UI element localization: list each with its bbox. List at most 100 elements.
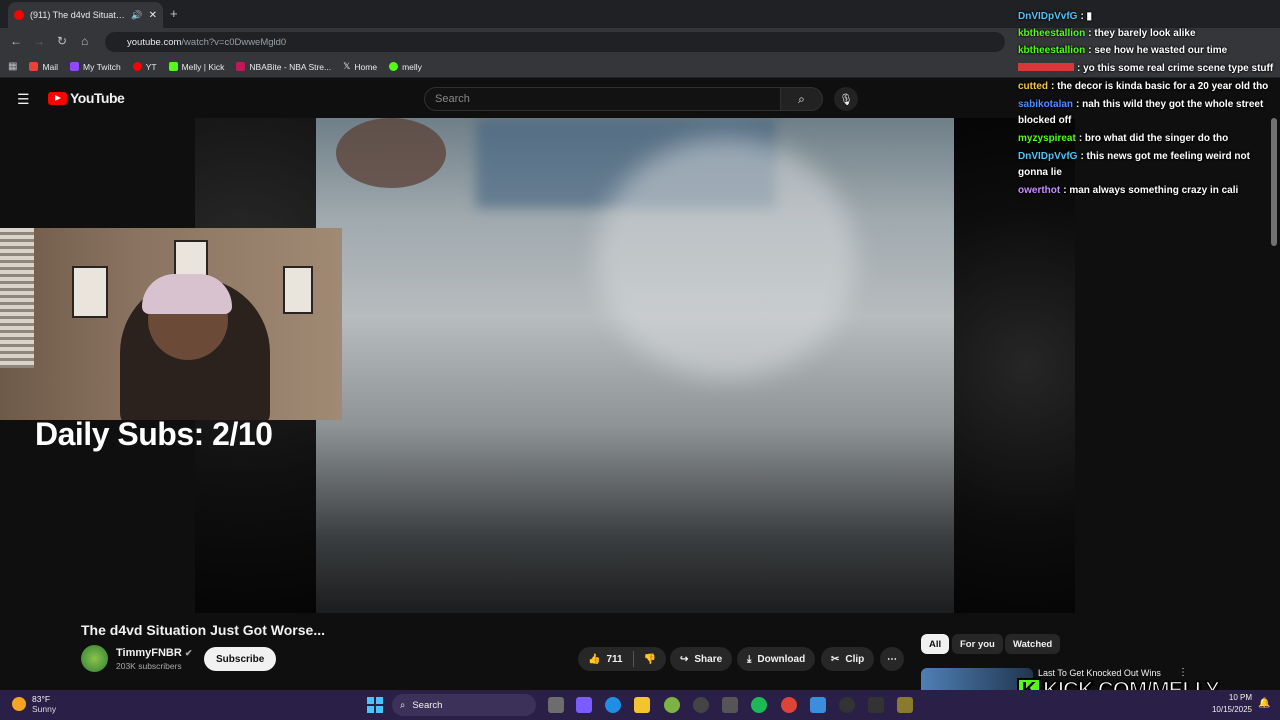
chat-username[interactable]: kbtheestallion (1018, 45, 1085, 56)
voice-search-button[interactable]: 🎙 (834, 87, 858, 111)
wall-poster (72, 266, 108, 318)
like-count[interactable]: 711 (606, 654, 622, 665)
youtube-search-input[interactable]: Search (424, 87, 781, 111)
chat-text: : this news got me feeling weird not (1080, 151, 1250, 162)
chat-message: kbtheestallion: see how he wasted our ti… (1018, 42, 1227, 59)
chip-all[interactable]: All (921, 634, 950, 654)
chat-text: : they barely look alike (1088, 28, 1196, 39)
more-icon: ⋯ (887, 653, 897, 665)
copilot-icon[interactable] (576, 697, 592, 713)
wall-poster (283, 266, 313, 314)
chat-text: : yo this some real crime scene type stu… (1077, 63, 1274, 74)
bookmark-home[interactable]: 𝕏 Home (343, 61, 377, 72)
chip-watched[interactable]: Watched (1005, 634, 1061, 654)
chip-for-you[interactable]: For you (952, 634, 1003, 654)
video-frame-shape (596, 138, 856, 378)
video-title: The d4vd Situation Just Got Worse... (81, 622, 325, 638)
channel-name[interactable]: TimmyFNBR ✔ (116, 647, 192, 659)
new-tab-button[interactable]: + (170, 6, 178, 21)
youtube-search-button[interactable]: ⌕ (781, 87, 823, 111)
clip-button[interactable]: ✂ Clip (821, 647, 875, 671)
chat-username[interactable]: owerthot (1018, 185, 1060, 196)
youtube-logo[interactable]: YouTube (48, 90, 125, 106)
sun-icon (12, 697, 26, 711)
thumbs-down-icon[interactable]: 👎 (644, 654, 656, 665)
spotify-icon[interactable] (751, 697, 767, 713)
chat-username[interactable]: sabikotalan (1018, 99, 1073, 110)
weather-widget[interactable]: 83°F Sunny (12, 694, 56, 714)
chat-text: : man always something crazy in cali (1063, 185, 1239, 196)
browser-tab[interactable]: (911) The d4vd Situation Ju 🔊 ✕ (8, 2, 163, 28)
address-bar[interactable]: youtube.com/watch?v=c0DwweMgld0 (105, 32, 1005, 52)
task-view-icon[interactable] (548, 697, 564, 713)
speaker-icon[interactable]: 🔊 (131, 10, 142, 21)
xbox-icon[interactable] (664, 697, 680, 713)
thumbs-up-icon[interactable]: 👍 (588, 654, 600, 665)
windows-start-icon[interactable] (367, 697, 383, 713)
channel-avatar[interactable] (81, 645, 108, 672)
chat-text: blocked off (1018, 115, 1072, 126)
download-icon: ⤓ (747, 653, 752, 665)
system-clock[interactable]: 10 PM 10/15/2025 (1210, 692, 1252, 716)
nbabite-icon (236, 62, 246, 71)
bookmark-twitch[interactable]: My Twitch (70, 62, 121, 72)
chat-text: : bro what did the singer do tho (1078, 133, 1229, 144)
back-icon[interactable]: ← (10, 34, 22, 48)
like-divider (632, 651, 634, 667)
url-path: /watch?v=c0DwweMgld0 (181, 36, 287, 48)
twitch-icon (70, 62, 80, 71)
chat-username[interactable]: cutted (1018, 81, 1048, 92)
chat-message: cutted: the decor is kinda basic for a 2… (1018, 78, 1268, 95)
chrome-icon[interactable] (781, 697, 797, 713)
apps-grid-icon[interactable]: ▦ (8, 61, 17, 72)
photos-icon[interactable] (810, 697, 826, 713)
download-button[interactable]: ⤓ Download (737, 647, 816, 671)
bookmark-mail[interactable]: Mail (29, 62, 58, 72)
clock-time: 10 PM (1228, 693, 1252, 702)
forward-icon[interactable]: → (33, 34, 45, 48)
video-frame-shape (336, 118, 446, 188)
chat-username[interactable]: DnVIDpVvfG (1018, 151, 1077, 162)
reload-icon[interactable]: ↻ (57, 34, 67, 48)
chat-username[interactable]: kbtheestallion (1018, 28, 1085, 39)
chat-message: DnVIDpVvfG: ▮ (1018, 8, 1092, 25)
video-player[interactable] (316, 118, 954, 613)
chat-username[interactable]: myzyspireat (1018, 133, 1076, 144)
chat-message: DnVIDpVvfG: this news got me feeling wei… (1018, 148, 1250, 165)
app-icon[interactable] (868, 697, 884, 713)
edge-icon[interactable] (605, 697, 621, 713)
page-scrollbar[interactable] (1271, 118, 1277, 246)
chat-message: owerthot: man always something crazy in … (1018, 182, 1238, 199)
taskbar-search[interactable]: ⌕ Search (392, 694, 536, 716)
chat-username[interactable]: DnVIDpVvfG (1018, 11, 1077, 22)
bookmark-melly[interactable]: melly (389, 62, 422, 72)
tab-title: (911) The d4vd Situation Ju (30, 10, 126, 20)
app-icon[interactable] (693, 697, 709, 713)
chat-text: : the decor is kinda basic for a 20 year… (1051, 81, 1269, 92)
x-icon: 𝕏 (343, 61, 351, 71)
share-button[interactable]: ↪ Share (670, 647, 733, 671)
weather-condition: Sunny (32, 704, 57, 714)
media-icon[interactable] (839, 697, 855, 713)
subscribe-button[interactable]: Subscribe (204, 647, 277, 671)
app-icon[interactable] (897, 697, 913, 713)
chat-username[interactable] (1018, 63, 1074, 71)
youtube-play-icon (48, 91, 67, 105)
like-dislike-group: 👍 711 👎 (578, 647, 666, 671)
tab-close-icon[interactable]: ✕ (149, 10, 157, 21)
chat-text: : nah this wild they got the whole stree… (1076, 99, 1264, 110)
bookmark-yt[interactable]: YT (132, 62, 157, 72)
bookmark-kick[interactable]: Melly | Kick (168, 62, 224, 72)
hamburger-menu-icon[interactable]: ☰ (17, 91, 30, 108)
store-icon[interactable] (722, 697, 738, 713)
chat-message: myzyspireat: bro what did the singer do … (1018, 130, 1228, 147)
home-icon[interactable]: ⌂ (81, 34, 88, 48)
daily-subs-counter: Daily Subs: 2/10 (35, 416, 273, 452)
bookmark-nbabite[interactable]: NBABite - NBA Stre... (236, 62, 331, 72)
channel-subscriber-count: 203K subscribers (116, 661, 182, 671)
more-actions-button[interactable]: ⋯ (880, 647, 904, 671)
notification-icon[interactable]: 🔔 (1258, 698, 1270, 709)
kick-icon (168, 62, 178, 71)
file-explorer-icon[interactable] (634, 697, 650, 713)
window-blind (0, 228, 34, 368)
